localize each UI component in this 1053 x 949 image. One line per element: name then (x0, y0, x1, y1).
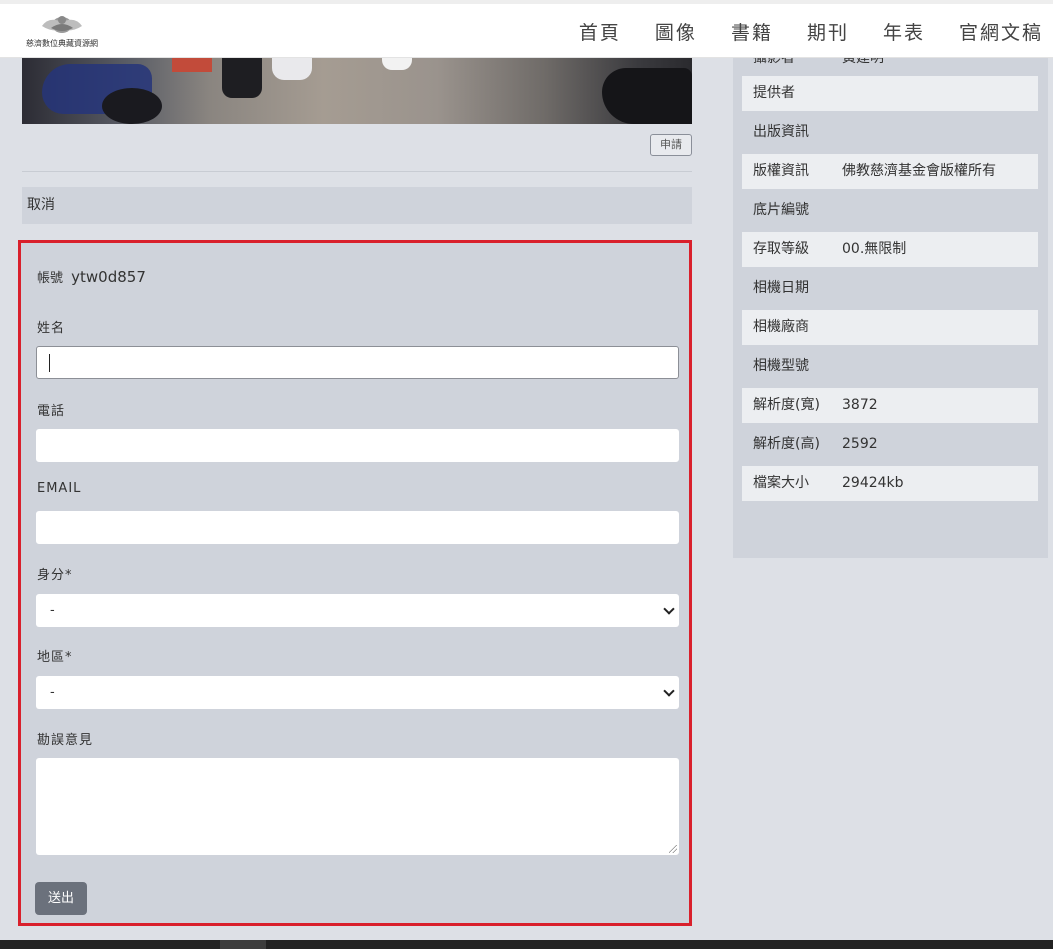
nav-journals[interactable]: 期刊 (807, 18, 849, 45)
meta-row-provider: 提供者 (742, 76, 1038, 111)
cancel-button[interactable]: 取消 (22, 187, 692, 224)
email-label: EMAIL (37, 481, 82, 496)
nav-images[interactable]: 圖像 (655, 18, 697, 45)
scrollbar-thumb[interactable] (220, 940, 266, 949)
phone-label: 電話 (37, 404, 66, 419)
text-caret (49, 354, 50, 372)
meta-row-camera-maker: 相機廠商 (742, 310, 1038, 345)
apply-button[interactable]: 申請 (650, 134, 692, 156)
identity-select[interactable]: - (36, 594, 679, 627)
metadata-panel: 攝影者 黃建明 提供者 出版資訊 版權資訊 佛教慈濟基金會版權所有 底片編號 存取等… (733, 58, 1048, 558)
correction-form: 帳號 ytw0d857 姓名 電話 EMAIL 身分* - 地區* - 勘誤意見… (18, 240, 692, 926)
name-input[interactable] (36, 346, 679, 379)
region-selected-value: - (50, 685, 55, 700)
meta-row-camera-date: 相機日期 (753, 280, 809, 296)
divider (22, 171, 692, 172)
account-info: 帳號 ytw0d857 (37, 267, 146, 286)
meta-row-copyright: 版權資訊 佛教慈濟基金會版權所有 (742, 154, 1038, 189)
comment-label: 勘誤意見 (37, 733, 94, 748)
account-label: 帳號 (37, 271, 64, 286)
meta-row-photographer: 攝影者 黃建明 (753, 58, 884, 66)
identity-label: 身分* (37, 568, 73, 583)
meta-row-resolution-width: 解析度(寬) 3872 (742, 388, 1038, 423)
nav-timeline[interactable]: 年表 (883, 18, 925, 45)
submit-button[interactable]: 送出 (35, 882, 87, 915)
nav-home[interactable]: 首頁 (579, 18, 621, 45)
resize-grip-icon[interactable] (669, 845, 677, 853)
horizontal-scrollbar[interactable] (0, 940, 1053, 949)
top-navbar: 慈濟數位典藏資源網 首頁 圖像 書籍 期刊 年表 官網文稿 (0, 0, 1053, 58)
meta-row-negative-no: 底片編號 (753, 202, 809, 218)
meta-row-file-size: 檔案大小 29424kb (742, 466, 1038, 501)
chevron-down-icon (663, 685, 675, 697)
meta-row-camera-model: 相機型號 (753, 358, 809, 374)
phone-input[interactable] (36, 429, 679, 462)
meta-row-resolution-height: 解析度(高) 2592 (753, 436, 878, 452)
chevron-down-icon (663, 603, 675, 615)
email-input[interactable] (36, 511, 679, 544)
region-label: 地區* (37, 650, 73, 665)
comment-textarea[interactable] (36, 758, 679, 855)
nav-official-articles[interactable]: 官網文稿 (959, 18, 1043, 45)
lotus-logo-icon (42, 16, 82, 33)
meta-row-publication: 出版資訊 (753, 124, 809, 140)
region-select[interactable]: - (36, 676, 679, 709)
nav-books[interactable]: 書籍 (731, 18, 773, 45)
meta-row-access-level: 存取等級 00.無限制 (742, 232, 1038, 267)
photo-preview (22, 58, 692, 124)
account-value: ytw0d857 (71, 268, 146, 286)
site-logo[interactable]: 慈濟數位典藏資源網 (22, 12, 102, 52)
main-nav: 首頁 圖像 書籍 期刊 年表 官網文稿 (545, 18, 1043, 45)
identity-selected-value: - (50, 603, 55, 618)
name-label: 姓名 (37, 321, 66, 336)
logo-text: 慈濟數位典藏資源網 (26, 39, 98, 48)
